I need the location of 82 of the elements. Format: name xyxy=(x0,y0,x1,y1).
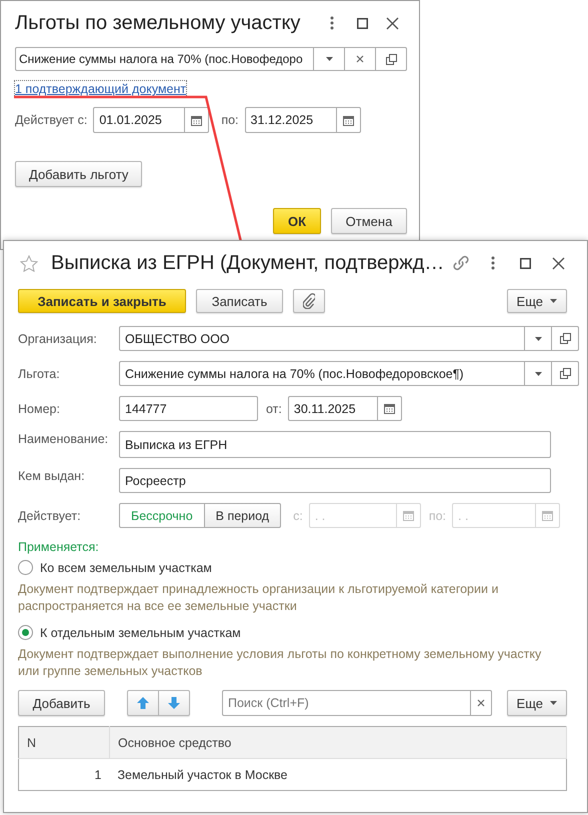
more-icon xyxy=(330,16,334,30)
calendar-icon xyxy=(342,114,354,126)
move-down-button[interactable] xyxy=(159,690,190,716)
date-label: с: xyxy=(293,508,303,522)
description-text: Документ подтверждает выполнение условия льготы по конкретному земельному участку или группе земельных участков xyxy=(18,646,542,680)
open-window-icon xyxy=(560,368,570,379)
field-label: Кем выдан: xyxy=(18,468,86,483)
clear-button[interactable] xyxy=(471,690,492,716)
column-header: N xyxy=(18,726,110,758)
valid-from-label: Действует с: xyxy=(15,113,88,127)
calendar-icon xyxy=(402,510,414,521)
benefit-field[interactable]: Снижение суммы налога на 70% (пос.Новофедоро xyxy=(15,47,314,71)
toggle-option[interactable]: В период xyxy=(204,503,282,528)
start-date-field[interactable]: 01.01.2025 xyxy=(93,107,186,133)
arrow-up-icon xyxy=(136,696,150,710)
field-label: Льгота: xyxy=(18,366,61,380)
open-button[interactable] xyxy=(376,47,407,71)
move-up-button[interactable] xyxy=(127,690,159,716)
open-window-icon xyxy=(386,54,396,64)
valid-to-label: по: xyxy=(221,113,239,127)
text-field[interactable]: Росреестр xyxy=(119,468,551,493)
field-label: Организация: xyxy=(18,332,98,346)
calendar-button[interactable] xyxy=(336,107,361,133)
maximize-icon xyxy=(520,258,532,268)
arrow-down-icon xyxy=(167,696,181,710)
end-date-field[interactable]: 31.12.2025 xyxy=(244,107,337,133)
close-icon xyxy=(386,16,398,30)
calendar-icon xyxy=(191,114,202,126)
maximize-icon xyxy=(356,18,368,28)
more-menu-button[interactable]: Еще xyxy=(506,690,567,716)
save-button[interactable]: Записать xyxy=(196,289,283,313)
add-benefit-button[interactable]: Добавить льготу xyxy=(15,161,142,187)
date-label: от: xyxy=(266,402,282,416)
more-icon xyxy=(491,256,496,270)
star-icon xyxy=(20,254,38,272)
toggle-option[interactable]: Бессрочно xyxy=(119,503,205,528)
open-button[interactable] xyxy=(552,361,579,386)
open-button[interactable] xyxy=(552,326,579,351)
section-label: Применяется: xyxy=(18,540,100,554)
open-window-icon xyxy=(560,333,570,344)
caret-icon xyxy=(550,299,557,303)
calendar-icon xyxy=(542,510,554,521)
window-title: Выписка из ЕГРН (Документ, подтвержд… xyxy=(51,252,444,274)
calendar-button[interactable] xyxy=(378,396,402,421)
radio-option[interactable]: К отдельным земельным участкам xyxy=(18,625,241,640)
select-field[interactable]: ОБЩЕСТВО ООО xyxy=(119,326,525,351)
field-label: Действует: xyxy=(18,508,82,522)
caret-icon xyxy=(550,701,557,705)
caret-icon xyxy=(534,372,542,376)
select-field[interactable]: Снижение суммы налога на 70% (пос.Новофедоровское¶) xyxy=(119,361,525,386)
table-cell: 1 xyxy=(18,758,110,790)
radio-button[interactable] xyxy=(18,625,33,640)
column-header: Основное средство xyxy=(110,726,566,758)
link-icon xyxy=(452,254,470,272)
add-button[interactable]: Добавить xyxy=(18,690,105,716)
more-menu-button[interactable]: Еще xyxy=(506,289,567,313)
description-text: Документ подтверждает принадлежность организации к льготируемой категории и распространяется на все ее земельные участки xyxy=(18,581,500,615)
text-field[interactable]: Выписка из ЕГРН xyxy=(119,431,551,458)
close-icon xyxy=(552,256,566,270)
attach-button[interactable] xyxy=(293,289,325,313)
caret-icon xyxy=(326,57,332,61)
cancel-button[interactable]: Отмена xyxy=(331,208,407,234)
window-title: Льготы по земельному участку xyxy=(15,12,302,34)
radio-button[interactable] xyxy=(18,560,33,575)
paperclip-icon xyxy=(303,293,315,309)
caret-icon xyxy=(534,336,542,340)
clear-button[interactable] xyxy=(345,47,376,71)
clear-icon xyxy=(477,699,485,707)
search-field[interactable]: Поиск (Ctrl+F) xyxy=(222,690,471,716)
field-label: Номер: xyxy=(18,402,61,416)
documents-link[interactable]: 1 подтверждающий документ xyxy=(15,81,186,97)
field-label: Наименование: xyxy=(18,431,110,446)
date-label: по: xyxy=(428,508,446,522)
date-field[interactable]: 30.11.2025 xyxy=(288,396,378,421)
radio-option[interactable]: Ко всем земельным участкам xyxy=(18,560,212,575)
clear-icon xyxy=(356,55,364,63)
number-field[interactable]: 144777 xyxy=(119,396,258,421)
ok-button[interactable]: ОК xyxy=(273,208,321,234)
calendar-button[interactable] xyxy=(185,107,210,133)
save-and-close-button[interactable]: Записать и закрыть xyxy=(18,289,186,313)
table-cell: Земельный участок в Москве xyxy=(110,758,566,790)
calendar-icon xyxy=(384,403,395,414)
